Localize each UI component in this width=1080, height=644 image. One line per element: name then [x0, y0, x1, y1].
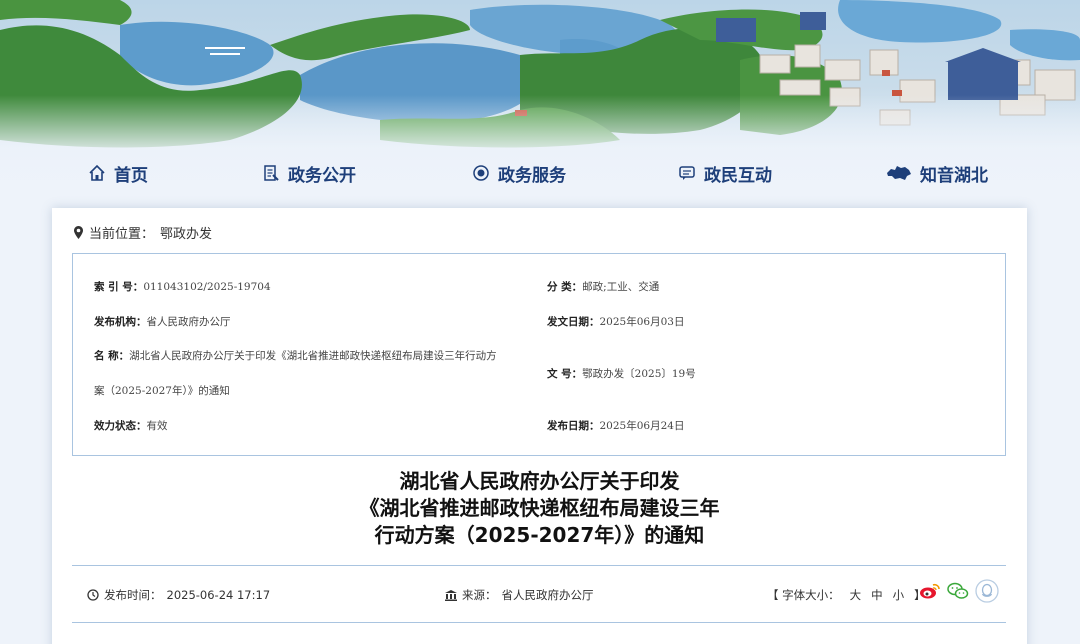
- meta-status-key: 效力状态：: [94, 420, 147, 432]
- meta-publisher-key: 发布机构：: [94, 316, 147, 328]
- nav-item-label: 知音湖北: [920, 165, 988, 186]
- meta-doc-date-key: 发文日期：: [547, 316, 600, 328]
- meta-pub-date-key: 发布日期：: [547, 420, 600, 432]
- article-title-line1: 湖北省人民政府办公厅关于印发: [399, 469, 680, 493]
- meta-status-value: 有效: [146, 420, 168, 432]
- font-size-small-button[interactable]: 小: [893, 587, 905, 603]
- share-buttons: [919, 579, 999, 606]
- nav-item-know-hubei[interactable]: 知音湖北: [886, 160, 988, 186]
- article-title-line2: 《湖北省推进邮政快递枢纽布局建设三年: [359, 496, 720, 520]
- document-metadata: 索 引 号：011043102/2025-19704 分 类：邮政;工业、交通 …: [72, 253, 1006, 456]
- nav-item-label: 政民互动: [704, 165, 772, 186]
- service-icon: [473, 165, 489, 181]
- qq-icon: [975, 579, 999, 603]
- nav-item-home[interactable]: 首页: [88, 160, 148, 186]
- nav-item-gov-affairs[interactable]: 政务公开: [262, 160, 356, 186]
- meta-index: 索 引 号：011043102/2025-19704: [94, 279, 271, 294]
- meta-name-line2: 案（2025-2027年）》的通知: [94, 383, 230, 398]
- meta-category-key: 分 类：: [547, 281, 583, 293]
- meta-publisher: 发布机构：省人民政府办公厅: [94, 314, 231, 329]
- article-title: 湖北省人民政府办公厅关于印发 《湖北省推进邮政快递枢纽布局建设三年 行动方案（2…: [52, 468, 1027, 549]
- article-source: 来源： 省人民政府办公厅: [445, 587, 594, 603]
- meta-name-key: 名 称：: [94, 350, 130, 362]
- nav-item-interaction[interactable]: 政民互动: [678, 160, 772, 186]
- breadcrumb-current[interactable]: 鄂政办发: [160, 223, 212, 242]
- meta-index-value: 011043102/2025-19704: [143, 281, 271, 293]
- hubei-map-icon: [887, 166, 911, 180]
- meta-publisher-value: 省人民政府办公厅: [146, 316, 231, 328]
- breadcrumb: 当前位置： 鄂政办发: [74, 223, 212, 242]
- article-info-bar: 发布时间： 2025-06-24 17:17 来源： 省人民政府办公厅 【 字体大小…: [72, 565, 1006, 623]
- chat-icon: [679, 166, 695, 180]
- meta-category-value: 邮政;工业、交通: [582, 281, 660, 293]
- wechat-share-button[interactable]: [947, 582, 969, 603]
- meta-name-value-line1: 湖北省人民政府办公厅关于印发《湖北省推进邮政快递枢纽布局建设三年行动方: [129, 350, 497, 362]
- publish-time-label: 发布时间：: [104, 588, 162, 602]
- source-label: 来源：: [462, 588, 497, 602]
- meta-name: 名 称：湖北省人民政府办公厅关于印发《湖北省推进邮政快递枢纽布局建设三年行动方: [94, 348, 497, 363]
- nav-item-gov-service[interactable]: 政务服务: [472, 160, 566, 186]
- wechat-icon: [947, 582, 969, 599]
- breadcrumb-prefix: 当前位置：: [89, 226, 155, 242]
- meta-pub-date: 发布日期：2025年06月24日: [547, 418, 684, 433]
- meta-doc-number: 文 号：鄂政办发〔2025〕19号: [547, 366, 696, 381]
- nav-item-label: 政务服务: [498, 165, 566, 186]
- font-size-label: 【 字体大小：: [767, 588, 840, 602]
- font-size-medium-button[interactable]: 中: [871, 587, 883, 603]
- weibo-share-button[interactable]: [919, 582, 941, 603]
- publish-time: 发布时间： 2025-06-24 17:17: [87, 587, 270, 603]
- font-size-control: 【 字体大小： 大 中 小 】: [767, 587, 926, 603]
- article-card: 当前位置： 鄂政办发 索 引 号：011043102/2025-19704 分 …: [52, 208, 1027, 644]
- font-size-large-button[interactable]: 大: [850, 587, 862, 603]
- meta-doc-number-value: 鄂政办发〔2025〕19号: [582, 368, 696, 380]
- document-icon: [264, 165, 279, 181]
- meta-name-value-line2: 案（2025-2027年）》的通知: [94, 385, 230, 397]
- meta-index-key: 索 引 号：: [94, 281, 144, 293]
- qq-share-button[interactable]: [975, 579, 999, 606]
- clock-icon: [87, 589, 99, 601]
- main-nav: 首页 政务公开 政务服务 政民互动 知音湖北: [0, 150, 1080, 194]
- meta-doc-date: 发文日期：2025年06月03日: [547, 314, 684, 329]
- meta-doc-number-key: 文 号：: [547, 368, 583, 380]
- source-value: 省人民政府办公厅: [501, 588, 594, 602]
- meta-doc-date-value: 2025年06月03日: [599, 316, 685, 328]
- home-icon: [89, 164, 105, 181]
- meta-pub-date-value: 2025年06月24日: [599, 420, 685, 432]
- meta-status: 效力状态：有效: [94, 418, 168, 433]
- publish-time-value: 2025-06-24 17:17: [166, 588, 271, 602]
- nav-item-label: 政务公开: [288, 165, 356, 186]
- government-building-icon: [445, 589, 457, 601]
- meta-category: 分 类：邮政;工业、交通: [547, 279, 659, 294]
- article-title-line3: 行动方案（2025-2027年）》的通知: [374, 523, 705, 547]
- nav-item-label: 首页: [114, 165, 148, 186]
- weibo-icon: [920, 583, 940, 599]
- location-pin-icon: [74, 225, 83, 239]
